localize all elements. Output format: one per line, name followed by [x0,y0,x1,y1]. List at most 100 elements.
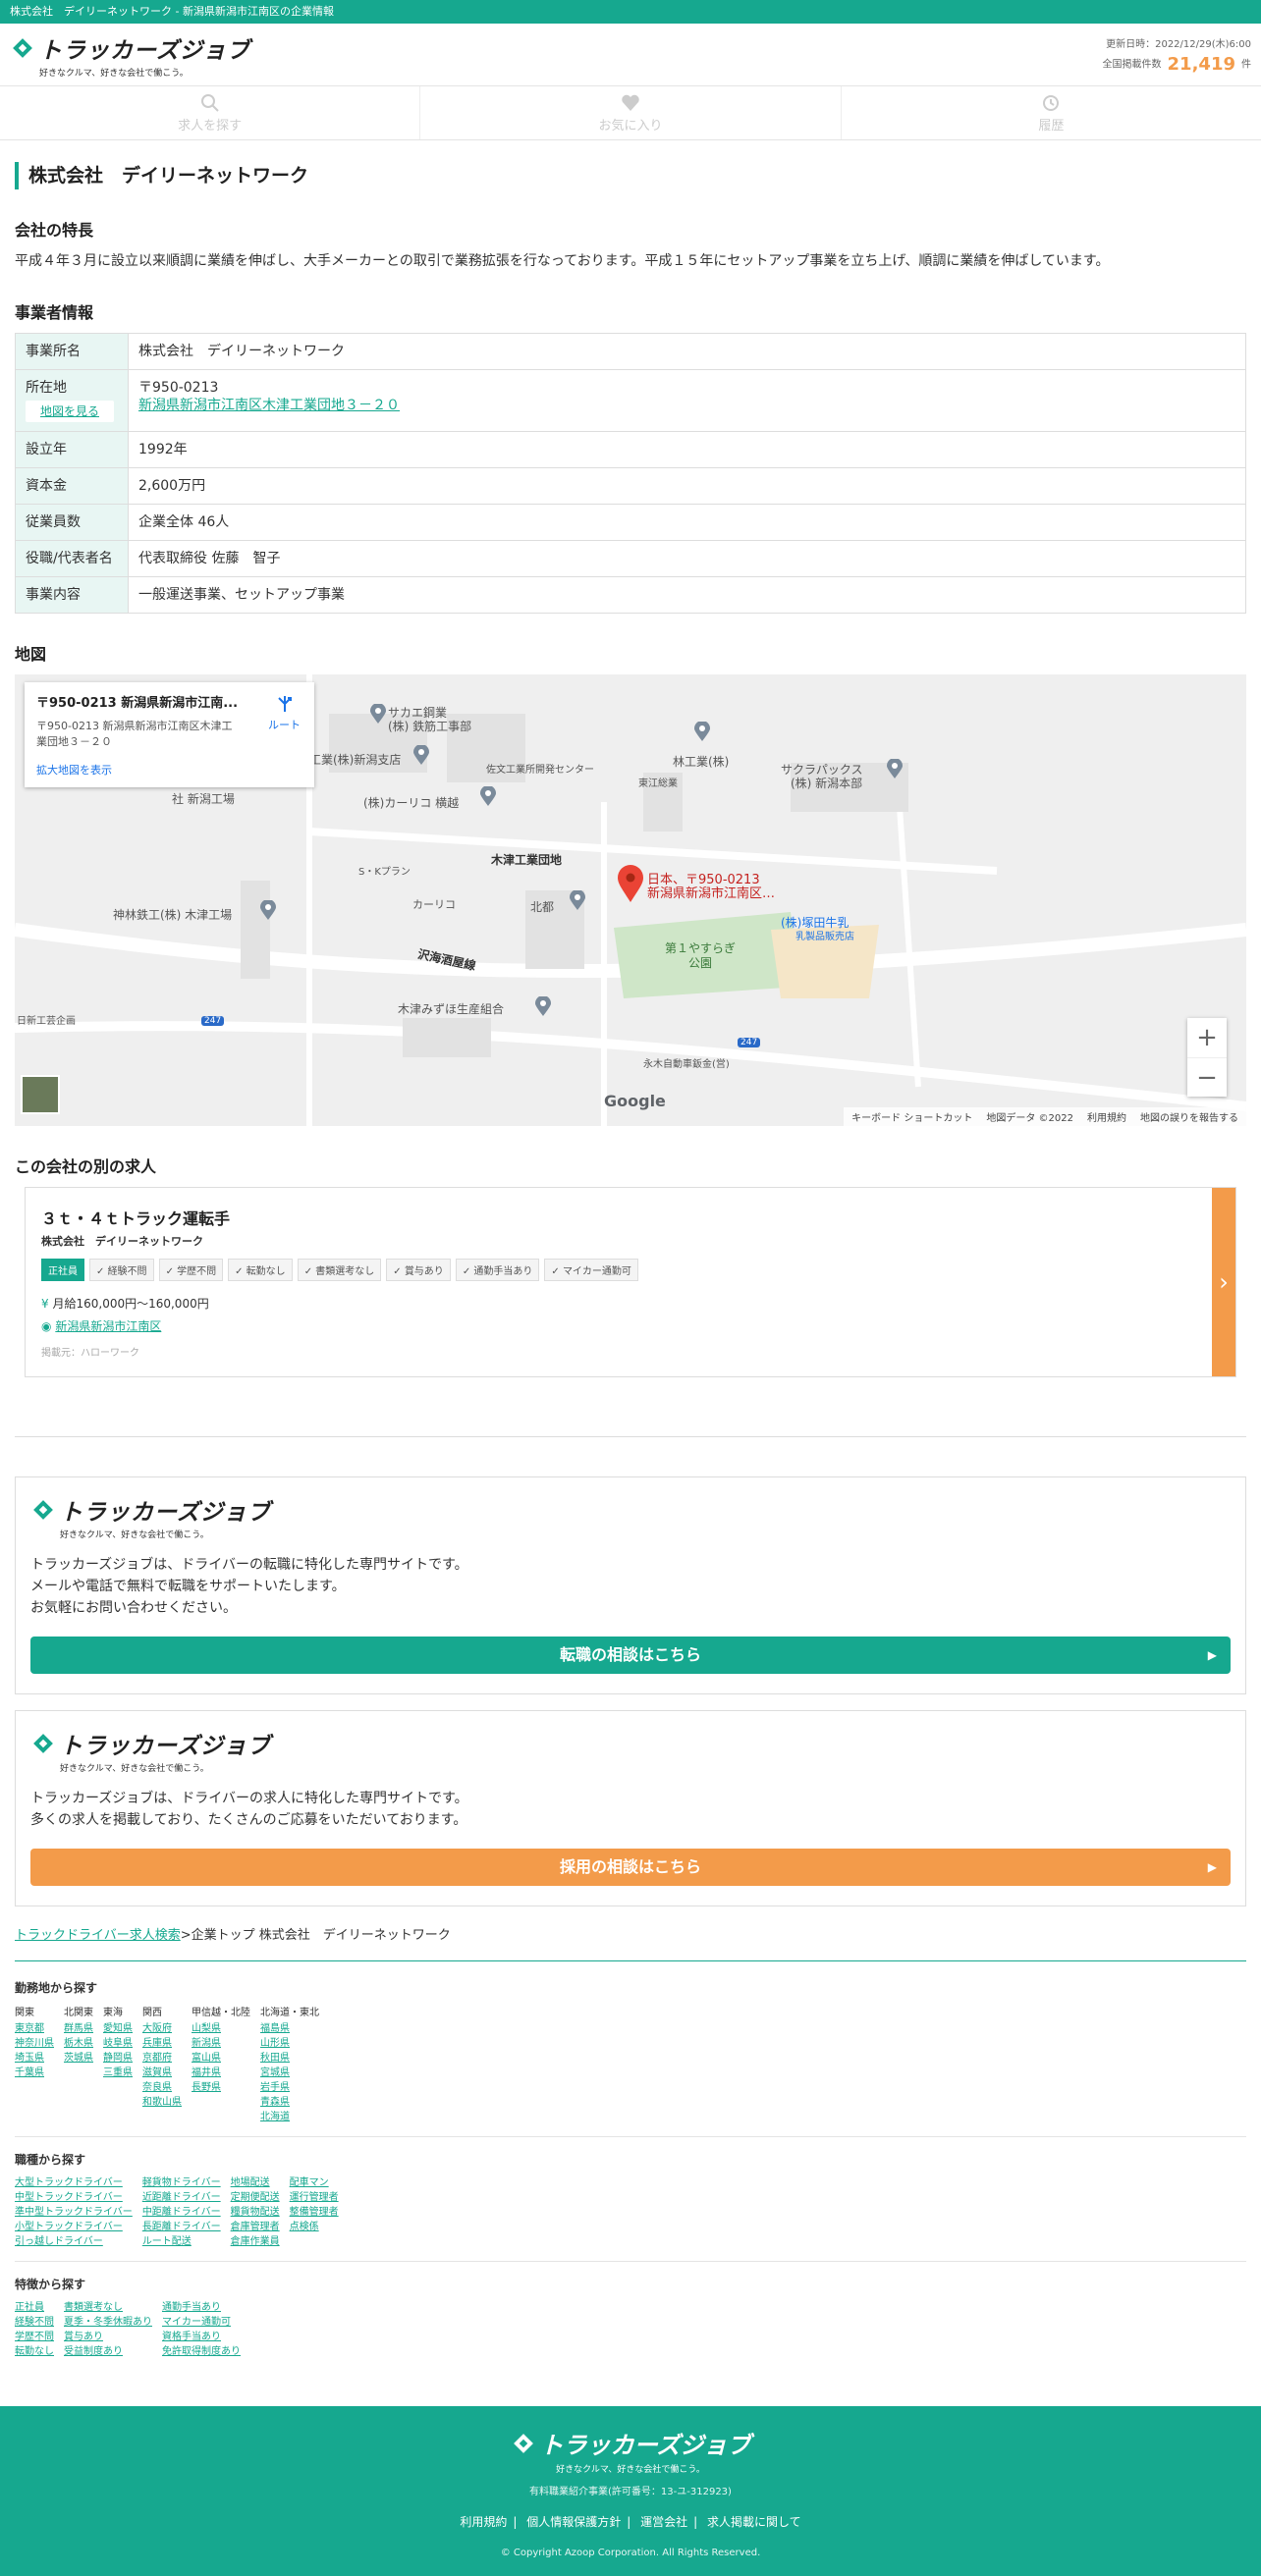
sitemap-link[interactable]: 受益制度あり [64,2344,152,2359]
sitemap-link[interactable]: 東京都 [15,2021,54,2036]
enlarge-map-link[interactable]: 拡大地図を表示 [36,762,302,778]
tag: ✓ 経験不問 [89,1259,154,1281]
sitemap-link[interactable]: 免許取得制度あり [162,2344,241,2359]
report-error-link[interactable]: 地図の誤りを報告する [1140,1109,1238,1124]
sitemap-link[interactable]: 学歴不問 [15,2330,54,2344]
sitemap-link[interactable]: 糧貨物配送 [231,2205,280,2220]
sitemap-link[interactable]: 栃木県 [64,2036,93,2051]
sitemap-link[interactable]: 正社員 [15,2300,54,2315]
sitemap-link[interactable]: 地場配送 [231,2175,280,2190]
sitemap-link[interactable]: 軽貨物ドライバー [142,2175,221,2190]
info-key: 所在地 地図を見る [15,369,129,432]
sitemap-link[interactable]: 転勤なし [15,2344,54,2359]
sitemap-link[interactable]: 神奈川県 [15,2036,54,2051]
sitemap-link[interactable]: 埼玉県 [15,2051,54,2066]
zoom-in-button[interactable]: + [1187,1018,1227,1057]
sitemap-link[interactable]: 岩手県 [260,2080,319,2095]
sitemap-link[interactable]: 大阪府 [142,2021,182,2036]
view-map-button[interactable]: 地図を見る [26,401,114,422]
site-logo[interactable]: トラッカーズジョブ 好きなクルマ、好きな会社で働こう。 [10,31,250,79]
sitemap-link[interactable]: 和歌山県 [142,2095,182,2110]
sitemap-link[interactable]: 茨城県 [64,2051,93,2066]
sitemap-link[interactable]: 長野県 [192,2080,250,2095]
terms-link[interactable]: 利用規約 [1087,1109,1126,1124]
sitemap-link[interactable]: 賞与あり [64,2330,152,2344]
sitemap-link[interactable]: 経験不問 [15,2315,54,2330]
nav-search[interactable]: 求人を探す [0,86,419,139]
map-heading: 地図 [15,645,47,664]
sitemap-link[interactable]: 倉庫管理者 [231,2220,280,2234]
sitemap-link[interactable]: 兵庫県 [142,2036,182,2051]
zoom-out-button[interactable]: − [1187,1057,1227,1097]
location-marker-icon[interactable] [618,865,643,902]
map-label: 永木自動車鈑金(営) [643,1059,730,1070]
nav-history[interactable]: 履歴 [840,86,1261,139]
main-content: 株式会社 デイリーネットワーク 会社の特長 平成４年３月に設立以来順調に業績を伸… [0,162,1261,1961]
sitemap-link[interactable]: 配車マン [290,2175,339,2190]
sitemap-link[interactable]: 愛知県 [103,2021,133,2036]
footer-link-company[interactable]: 運営会社 [640,2515,687,2529]
sitemap-column: 正社員 経験不問 学歴不問 転勤なし [15,2300,54,2359]
sitemap-link[interactable]: 滋賀県 [142,2066,182,2080]
sitemap-link[interactable]: 大型トラックドライバー [15,2175,133,2190]
job-arrow-button[interactable]: › [1212,1188,1235,1376]
sitemap-link[interactable]: 新潟県 [192,2036,250,2051]
sitemap-link[interactable]: 小型トラックドライバー [15,2220,133,2234]
footer-link-listing[interactable]: 求人掲載に関して [707,2515,801,2529]
logo-tagline: 好きなクルマ、好きな会社で働こう。 [60,1764,209,1774]
sitemap-link[interactable]: 静岡県 [103,2051,133,2066]
feature-text: 平成４年３月に設立以来順調に業績を伸ばし、大手メーカーとの取引で業務拡張を行なっ… [15,253,1110,269]
satellite-toggle[interactable] [21,1075,60,1114]
google-map[interactable]: サカエ鋼業 (株) 鉄筋工事部 工業(株)新潟支店 佐文工業所開発センター 林工… [15,674,1246,1126]
sitemap-link[interactable]: 準中型トラックドライバー [15,2205,133,2220]
footer-link-privacy[interactable]: 個人情報保護方針 [526,2515,621,2529]
info-value: 企業全体 46人 [128,504,1246,541]
sitemap-link[interactable]: 秋田県 [260,2051,319,2066]
sitemap-link[interactable]: 三重県 [103,2066,133,2080]
job-card[interactable]: ３ｔ・４ｔトラック運転手 株式会社 デイリーネットワーク 正社員 ✓ 経験不問 … [25,1187,1236,1377]
sitemap-link[interactable]: 山形県 [260,2036,319,2051]
sitemap-link[interactable]: 定期便配送 [231,2190,280,2205]
sitemap-link[interactable]: 通勤手当あり [162,2300,241,2315]
sitemap-link[interactable]: 運行管理者 [290,2190,339,2205]
keyboard-shortcuts-link[interactable]: キーボード ショートカット [851,1109,972,1124]
sitemap-link[interactable]: 点検係 [290,2220,339,2234]
sitemap-link[interactable]: 岐阜県 [103,2036,133,2051]
sitemap-link[interactable]: 山梨県 [192,2021,250,2036]
route-shield: 247 [738,1038,761,1047]
footer-link-terms[interactable]: 利用規約 [460,2515,507,2529]
sitemap-link[interactable]: 群馬県 [64,2021,93,2036]
sitemap-link[interactable]: 倉庫作業員 [231,2234,280,2249]
sitemap-link[interactable]: 長距離ドライバー [142,2220,221,2234]
nav-favorites[interactable]: お気に入り [419,86,840,139]
sitemap-link[interactable]: 夏季・冬季休暇あり [64,2315,152,2330]
sitemap-link[interactable]: 引っ越しドライバー [15,2234,133,2249]
tag: ✓ 賞与あり [386,1259,451,1281]
sitemap-link[interactable]: 奈良県 [142,2080,182,2095]
career-consult-button[interactable]: 転職の相談はこちら ▶ [30,1637,1231,1674]
sitemap-link[interactable]: 中型トラックドライバー [15,2190,133,2205]
sitemap-link[interactable]: 福島県 [260,2021,319,2036]
hiring-consult-button[interactable]: 採用の相談はこちら ▶ [30,1849,1231,1886]
sitemap-link[interactable]: 福井県 [192,2066,250,2080]
footer-logo[interactable]: トラッカーズジョブ [511,2426,750,2460]
sitemap-link[interactable]: マイカー通勤可 [162,2315,241,2330]
route-button[interactable]: ルート [268,694,301,732]
sitemap-link[interactable]: 京都府 [142,2051,182,2066]
map-label: 乳製品販売店 [795,932,854,942]
sitemap-link[interactable]: 富山県 [192,2051,250,2066]
sitemap-link[interactable]: 青森県 [260,2095,319,2110]
sitemap-link[interactable]: 近距離ドライバー [142,2190,221,2205]
sitemap-link[interactable]: 宮城県 [260,2066,319,2080]
sitemap-link[interactable]: 書類選考なし [64,2300,152,2315]
address-link[interactable]: 新潟県新潟市江南区木津工業団地３－２０ [138,398,400,413]
job-location-link[interactable]: 新潟県新潟市江南区 [55,1319,161,1333]
sitemap-link[interactable]: ルート配送 [142,2234,221,2249]
sitemap-link[interactable]: 資格手当あり [162,2330,241,2344]
breadcrumb-home-link[interactable]: トラックドライバー求人検索 [15,1928,181,1943]
map-label: (株) 新潟本部 [791,777,863,790]
sitemap-link[interactable]: 千葉県 [15,2066,54,2080]
sitemap-link[interactable]: 北海道 [260,2110,319,2124]
sitemap-link[interactable]: 中距離ドライバー [142,2205,221,2220]
sitemap-link[interactable]: 整備管理者 [290,2205,339,2220]
